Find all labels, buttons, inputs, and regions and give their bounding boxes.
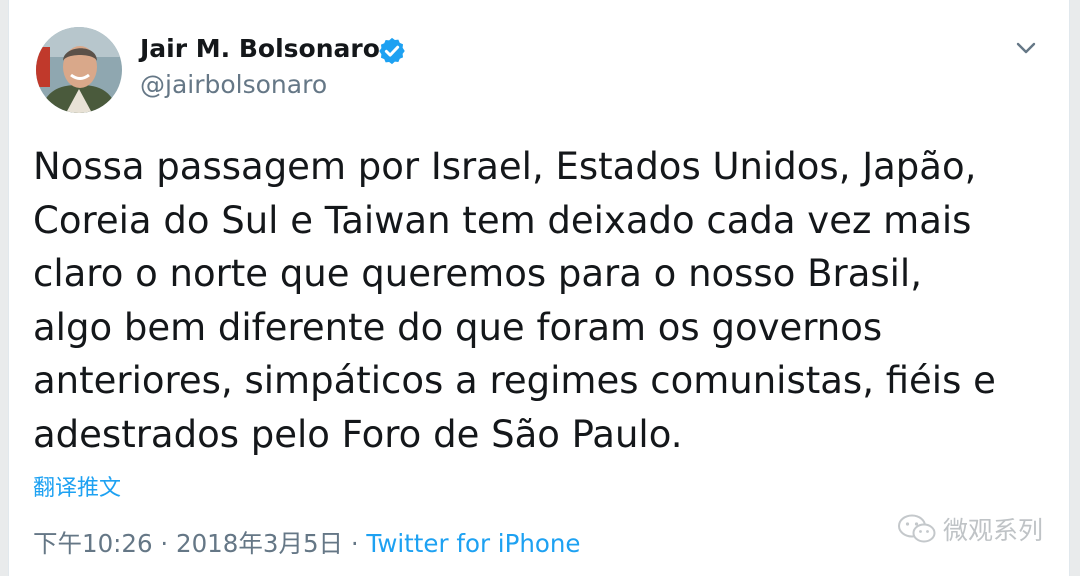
tweet-text: Nossa passagem por Israel, Estados Unido… bbox=[33, 140, 1043, 461]
tweet-text-line: Coreia do Sul e Taiwan tem deixado cada … bbox=[33, 198, 972, 242]
tweet-card: Jair M. Bolsonaro @jairbolsonaro Nossa p… bbox=[8, 0, 1070, 576]
author-handle[interactable]: @jairbolsonaro bbox=[140, 70, 327, 99]
watermark: 微观系列 bbox=[897, 511, 1043, 547]
tweet-source-link[interactable]: Twitter for iPhone bbox=[366, 529, 580, 558]
meta-separator: · bbox=[160, 529, 169, 558]
meta-separator: · bbox=[350, 529, 359, 558]
tweet-text-line: anteriores, simpáticos a regimes comunis… bbox=[33, 359, 996, 402]
tweet-text-line: Nossa passagem por Israel, Estados Unido… bbox=[33, 145, 977, 188]
tweet-date[interactable]: 2018年3月5日 bbox=[176, 529, 343, 558]
avatar[interactable] bbox=[36, 27, 122, 113]
translate-tweet-link[interactable]: 翻译推文 bbox=[33, 470, 121, 502]
tweet-text-line: claro o norte que queremos para o nosso … bbox=[33, 252, 922, 295]
wechat-icon bbox=[898, 514, 936, 543]
author-display-name[interactable]: Jair M. Bolsonaro bbox=[140, 34, 380, 63]
verified-badge-icon bbox=[379, 37, 405, 65]
tweet-metadata: 下午10:26 · 2018年3月5日 · Twitter for iPhone bbox=[33, 525, 581, 560]
tweet-text-line: adestrados pelo Foro de São Paulo. bbox=[33, 412, 683, 456]
tweet-text-line: algo bem diferente do que foram os gover… bbox=[33, 305, 883, 349]
chevron-down-icon[interactable] bbox=[1011, 36, 1041, 60]
avatar-image bbox=[36, 27, 122, 113]
watermark-text: 微观系列 bbox=[943, 516, 1044, 545]
tweet-time[interactable]: 下午10:26 bbox=[33, 529, 153, 558]
